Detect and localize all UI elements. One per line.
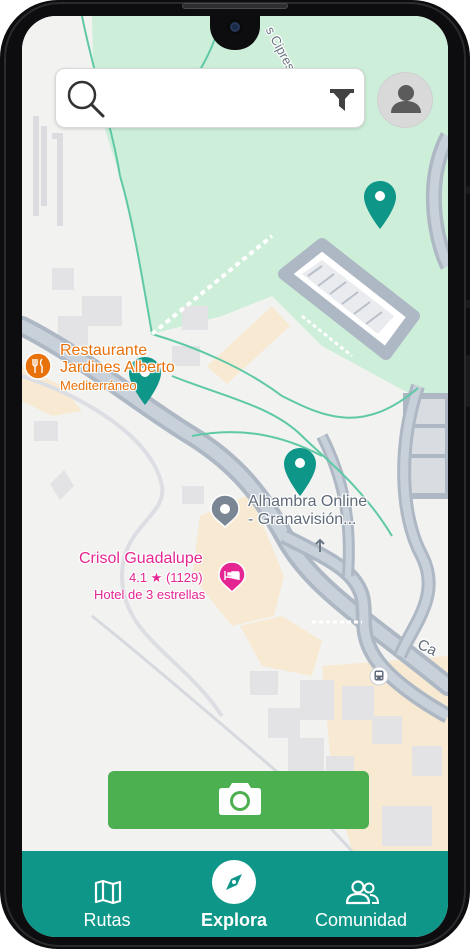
nav-item-rutas[interactable]: Rutas — [62, 851, 152, 937]
phone-speaker — [182, 3, 288, 9]
nav-item-explora[interactable]: Explora — [184, 851, 284, 937]
poi-hotel-name[interactable]: Crisol Guadalupe — [79, 550, 203, 568]
user-icon — [391, 85, 421, 113]
location-pin-icon[interactable] — [363, 180, 397, 230]
nav-item-comunidad[interactable]: Comunidad — [311, 851, 411, 937]
filter-icon[interactable] — [328, 86, 356, 114]
compass-icon — [212, 860, 256, 904]
nav-label-explora: Explora — [200, 910, 268, 930]
search-input[interactable] — [112, 79, 312, 119]
poi-alhambra-name[interactable]: Alhambra Online - Granavisión... — [248, 493, 367, 529]
side-button — [466, 355, 470, 407]
location-pin-icon[interactable] — [283, 447, 317, 497]
restaurant-icon[interactable] — [24, 352, 52, 380]
search-bar[interactable] — [55, 68, 365, 128]
app-screen: Restaurante Jardines Alberto Mediterráne… — [22, 16, 448, 937]
map-view[interactable] — [22, 16, 448, 851]
poi-restaurant-name-line1: Restaurante — [60, 342, 148, 359]
avatar[interactable] — [377, 72, 433, 128]
camera-button[interactable] — [108, 771, 369, 829]
community-icon — [345, 880, 379, 905]
poi-hotel-rating: 4.1 ★ (1129) — [129, 570, 203, 585]
poi-restaurant-name[interactable]: Restaurante Jardines Alberto — [60, 342, 175, 376]
side-button — [466, 186, 470, 194]
bus-stop-icon[interactable] — [369, 666, 389, 686]
hotel-icon[interactable] — [218, 561, 246, 593]
bottom-navigation: Rutas Explora Comunidad — [22, 851, 448, 937]
poi-restaurant-category: Mediterráneo — [60, 378, 137, 393]
landmark-pin-icon[interactable] — [210, 494, 240, 528]
poi-restaurant-name-line2: Jardines Alberto — [60, 359, 175, 376]
side-button — [466, 300, 470, 308]
poi-alhambra-name-line1: Alhambra Online — [248, 493, 368, 510]
nav-label-rutas: Rutas — [83, 910, 131, 930]
front-camera — [227, 19, 243, 35]
poi-alhambra-name-line2: - Granavisión... — [248, 511, 357, 528]
camera-icon — [219, 783, 261, 815]
search-icon[interactable] — [66, 79, 106, 119]
nav-label-comunidad: Comunidad — [314, 910, 408, 930]
poi-hotel-category: Hotel de 3 estrellas — [94, 587, 206, 602]
phone-frame: Restaurante Jardines Alberto Mediterráne… — [0, 0, 470, 949]
map-icon — [94, 879, 122, 905]
